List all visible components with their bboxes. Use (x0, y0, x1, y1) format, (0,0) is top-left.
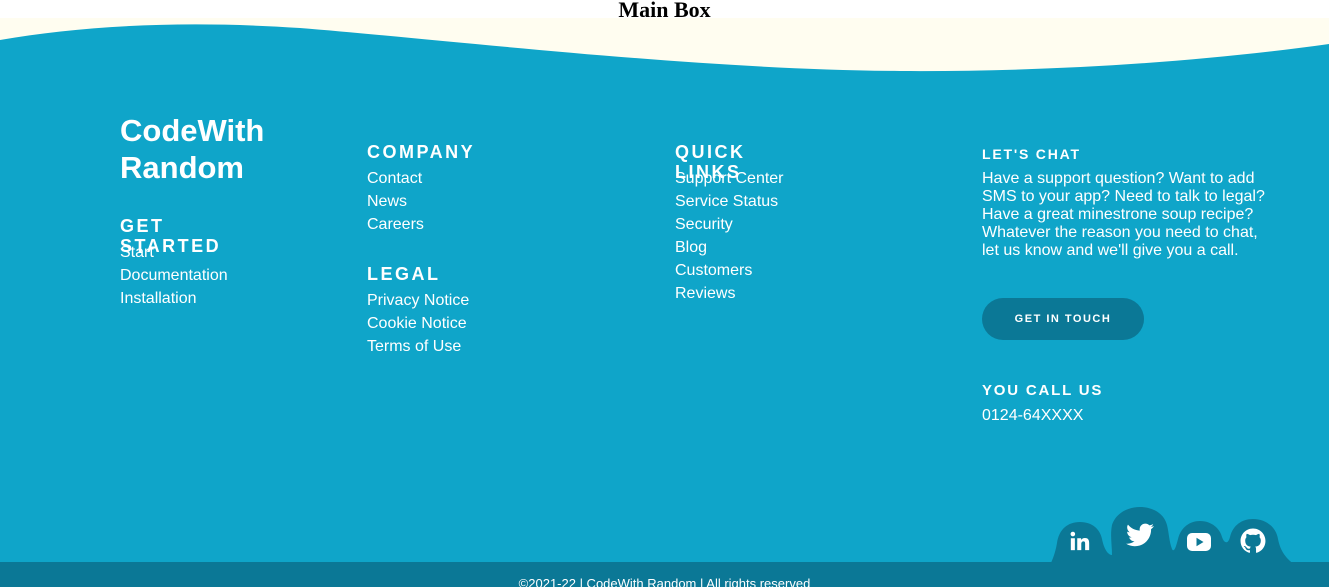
link-cookie-notice[interactable]: Cookie Notice (367, 312, 469, 335)
link-news[interactable]: News (367, 190, 424, 213)
link-reviews[interactable]: Reviews (675, 282, 784, 305)
link-support-center[interactable]: Support Center (675, 167, 784, 190)
link-installation[interactable]: Installation (120, 287, 228, 310)
brand-logo[interactable]: CodeWith Random (120, 112, 340, 186)
get-in-touch-button[interactable]: GET IN TOUCH (982, 298, 1144, 340)
site-footer: CodeWith Random GET STARTED Start Docume… (0, 0, 1329, 587)
company-links: Contact News Careers (367, 167, 424, 236)
link-customers[interactable]: Customers (675, 259, 784, 282)
github-icon (1240, 528, 1266, 553)
legal-heading: LEGAL (367, 264, 441, 284)
link-careers[interactable]: Careers (367, 213, 424, 236)
lets-chat-heading: LET'S CHAT (982, 146, 1081, 162)
phone-number[interactable]: 0124-64XXXX (982, 407, 1083, 425)
twitter-icon (1126, 523, 1154, 547)
github-button[interactable] (1229, 519, 1277, 563)
linkedin-icon (1070, 531, 1090, 551)
quick-links-list: Support Center Service Status Security B… (675, 167, 784, 305)
brand-line-1: CodeWith (120, 113, 265, 148)
link-terms-of-use[interactable]: Terms of Use (367, 335, 469, 358)
brand-line-2: Random (120, 150, 244, 185)
chat-description: Have a support question? Want to add SMS… (982, 170, 1265, 259)
company-heading: COMPANY (367, 142, 476, 162)
twitter-button[interactable] (1112, 509, 1168, 561)
link-privacy-notice[interactable]: Privacy Notice (367, 289, 469, 312)
link-start[interactable]: Start (120, 241, 228, 264)
you-call-us-heading: YOU CALL US (982, 382, 1104, 399)
link-security[interactable]: Security (675, 213, 784, 236)
link-contact[interactable]: Contact (367, 167, 424, 190)
link-blog[interactable]: Blog (675, 236, 784, 259)
copyright-bar: ©2021-22 | CodeWith Random | All rights … (0, 562, 1329, 587)
youtube-button[interactable] (1177, 521, 1221, 563)
copyright-text: ©2021-22 | CodeWith Random | All rights … (518, 576, 811, 587)
linkedin-button[interactable] (1058, 520, 1102, 562)
link-service-status[interactable]: Service Status (675, 190, 784, 213)
youtube-icon (1187, 533, 1211, 551)
link-documentation[interactable]: Documentation (120, 264, 228, 287)
get-started-links: Start Documentation Installation (120, 241, 228, 310)
legal-links: Privacy Notice Cookie Notice Terms of Us… (367, 289, 469, 358)
